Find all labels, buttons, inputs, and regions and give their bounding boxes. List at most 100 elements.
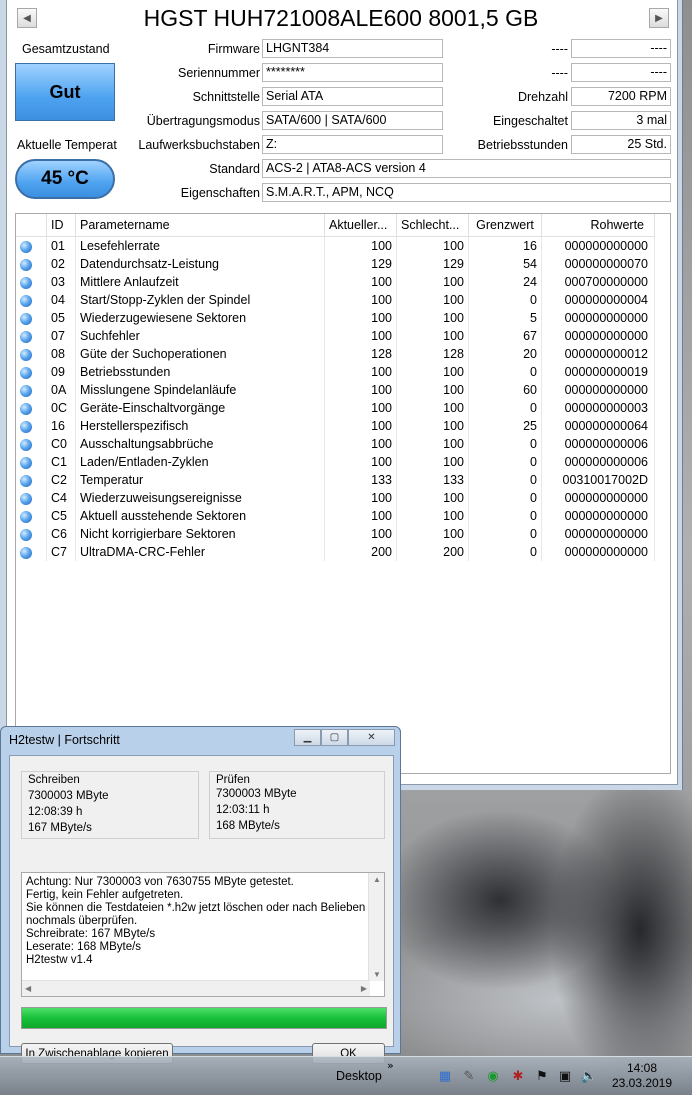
system-clock[interactable]: 14:08 23.03.2019 [608, 1061, 676, 1091]
status-dot-icon [20, 402, 32, 415]
status-dot-icon [20, 294, 32, 307]
write-size: 7300003 MByte [28, 790, 109, 802]
smart-cell-worst: 100 [396, 417, 469, 435]
smart-cell-status [16, 453, 47, 471]
column-header-current[interactable]: Aktueller... [324, 214, 397, 237]
maximize-button[interactable]: ▢ [321, 729, 348, 746]
smart-cell-raw: 000000000064 [541, 417, 655, 435]
smart-row[interactable]: 09 Betriebsstunden 100 100 0 000000000019 [16, 363, 655, 381]
power-on-hours-label: Betriebsstunden [477, 138, 568, 152]
network-icon[interactable]: ▣ [557, 1068, 573, 1084]
smart-cell-status [16, 327, 47, 345]
unknown-field-2: ---- [571, 63, 671, 82]
serial-field: ******** [262, 63, 443, 82]
smart-cell-raw: 000000000000 [541, 236, 655, 255]
volume-icon[interactable]: 🔈 [581, 1068, 597, 1084]
smart-cell-id: 07 [46, 327, 76, 345]
smart-row[interactable]: C4 Wiederzuweisungsereignisse 100 100 0 00000… [16, 489, 655, 507]
scroll-left-icon[interactable]: ◀ [25, 984, 31, 993]
smart-cell-current: 100 [324, 236, 397, 255]
gear-tray-icon[interactable]: ✱ [510, 1068, 526, 1084]
temperature-badge[interactable]: 45 °C [15, 159, 115, 199]
unknown-field-1: ---- [571, 39, 671, 58]
smart-row[interactable]: C6 Nicht korrigierbare Sektoren 100 100 0 000… [16, 525, 655, 543]
smart-row[interactable]: 04 Start/Stopp-Zyklen der Spindel 100 100 0 0… [16, 291, 655, 309]
smart-row[interactable]: C7 UltraDMA-CRC-Fehler 200 200 0 000000000000 [16, 543, 655, 561]
status-dot-icon [20, 456, 32, 469]
smart-row[interactable]: 16 Herstellerspezifisch 100 100 25 0000000000… [16, 417, 655, 435]
message-line: Achtung: Nur 7300003 von 7630755 MByte g… [26, 876, 294, 888]
scroll-down-icon[interactable]: ▼ [373, 970, 381, 979]
features-label: Eigenschaften [180, 186, 260, 200]
message-line: nochmals überprüfen. [26, 915, 138, 927]
smart-cell-id: 16 [46, 417, 76, 435]
smart-row[interactable]: C5 Aktuell ausstehende Sektoren 100 100 0 000… [16, 507, 655, 525]
smart-cell-current: 100 [324, 453, 397, 471]
column-header-threshold[interactable]: Grenzwert [468, 214, 542, 237]
message-line: Leserate: 168 MByte/s [26, 941, 142, 953]
clock-time: 14:08 [626, 1061, 658, 1075]
scroll-up-icon[interactable]: ▲ [373, 875, 381, 884]
smart-cell-raw: 000700000000 [541, 273, 655, 291]
result-message-box[interactable]: Achtung: Nur 7300003 von 7630755 MByte g… [21, 872, 385, 997]
progress-bar-fill [22, 1008, 386, 1028]
desktop-toolbar-label[interactable]: Desktop [336, 1069, 382, 1083]
crystaldiskinfo-window: ◀ ▶ HGST HUH721008ALE600 8001,5 GB Gesam… [0, 0, 683, 790]
vertical-scrollbar[interactable]: ▲ ▼ [368, 873, 384, 981]
smart-cell-id: C4 [46, 489, 76, 507]
smart-cell-current: 100 [324, 327, 397, 345]
smart-cell-name: Wiederzuweisungsereignisse [75, 489, 325, 507]
smart-row[interactable]: C1 Laden/Entladen-Zyklen 100 100 0 0000000000… [16, 453, 655, 471]
smart-cell-id: C0 [46, 435, 76, 453]
smart-cell-threshold: 0 [468, 291, 542, 309]
firmware-field: LHGNT384 [262, 39, 443, 58]
smart-cell-threshold: 0 [468, 453, 542, 471]
smart-cell-name: Betriebsstunden [75, 363, 325, 381]
status-dot-icon [20, 258, 32, 271]
smart-row[interactable]: 01 Lesefehlerrate 100 100 16 000000000000 [16, 236, 655, 255]
horizontal-scrollbar[interactable]: ◀ ▶ [22, 980, 370, 996]
security-tray-icon[interactable]: ◉ [485, 1068, 501, 1084]
smart-cell-raw: 000000000019 [541, 363, 655, 381]
smart-attribute-list[interactable]: ID Parametername Aktueller... Schlecht..… [15, 213, 671, 774]
action-center-flag-icon[interactable]: ⚑ [534, 1068, 550, 1084]
column-header-raw[interactable]: Rohwerte [541, 214, 655, 237]
minimize-button[interactable]: ▁ [294, 729, 321, 746]
message-line: H2testw v1.4 [26, 954, 93, 966]
status-dot-icon [20, 240, 32, 253]
smart-cell-status [16, 273, 47, 291]
smart-cell-name: Güte der Suchoperationen [75, 345, 325, 363]
column-header-name[interactable]: Parametername [75, 214, 325, 237]
smart-row[interactable]: 07 Suchfehler 100 100 67 000000000000 [16, 327, 655, 345]
transfer-mode-label: Übertragungsmodus [146, 114, 260, 128]
column-header-worst[interactable]: Schlecht... [396, 214, 469, 237]
smart-cell-id: 0C [46, 399, 76, 417]
verify-time: 12:03:11 h [216, 804, 270, 816]
smart-cell-threshold: 5 [468, 309, 542, 327]
smart-cell-raw: 000000000000 [541, 381, 655, 399]
smart-row[interactable]: 0A Misslungene Spindelanläufe 100 100 60 0000… [16, 381, 655, 399]
column-header-id[interactable]: ID [46, 214, 76, 237]
smart-row[interactable]: C0 Ausschaltungsabbrüche 100 100 0 0000000000… [16, 435, 655, 453]
smart-row[interactable]: 03 Mittlere Anlaufzeit 100 100 24 00070000000… [16, 273, 655, 291]
smart-row[interactable]: 05 Wiederzugewiesene Sektoren 100 100 5 00000… [16, 309, 655, 327]
smart-cell-threshold: 25 [468, 417, 542, 435]
health-status-badge[interactable]: Gut [15, 63, 115, 121]
smart-cell-raw: 000000000000 [541, 327, 655, 345]
smart-row[interactable]: 08 Güte der Suchoperationen 128 128 20 000000… [16, 345, 655, 363]
smart-header-row: ID Parametername Aktueller... Schlecht..… [16, 214, 655, 237]
smart-row[interactable]: C2 Temperatur 133 133 0 00310017002D [16, 471, 655, 489]
smart-cell-worst: 100 [396, 309, 469, 327]
column-header-status[interactable] [16, 214, 47, 237]
close-button[interactable]: ✕ [348, 729, 395, 746]
overall-status-label: Gesamtzustand [22, 42, 110, 56]
smart-cell-raw: 000000000003 [541, 399, 655, 417]
write-group: Schreiben 7300003 MByte 12:08:39 h 167 M… [21, 771, 199, 839]
tools-tray-icon[interactable]: ✎ [461, 1068, 477, 1084]
smart-row[interactable]: 02 Datendurchsatz-Leistung 129 129 54 0000000… [16, 255, 655, 273]
app-tray-icon[interactable]: ▦ [437, 1068, 453, 1084]
scroll-right-icon[interactable]: ▶ [361, 984, 367, 993]
smart-cell-name: Misslungene Spindelanläufe [75, 381, 325, 399]
smart-row[interactable]: 0C Geräte-Einschaltvorgänge 100 100 0 0000000… [16, 399, 655, 417]
toolbar-expand-icon[interactable]: » [387, 1059, 394, 1072]
